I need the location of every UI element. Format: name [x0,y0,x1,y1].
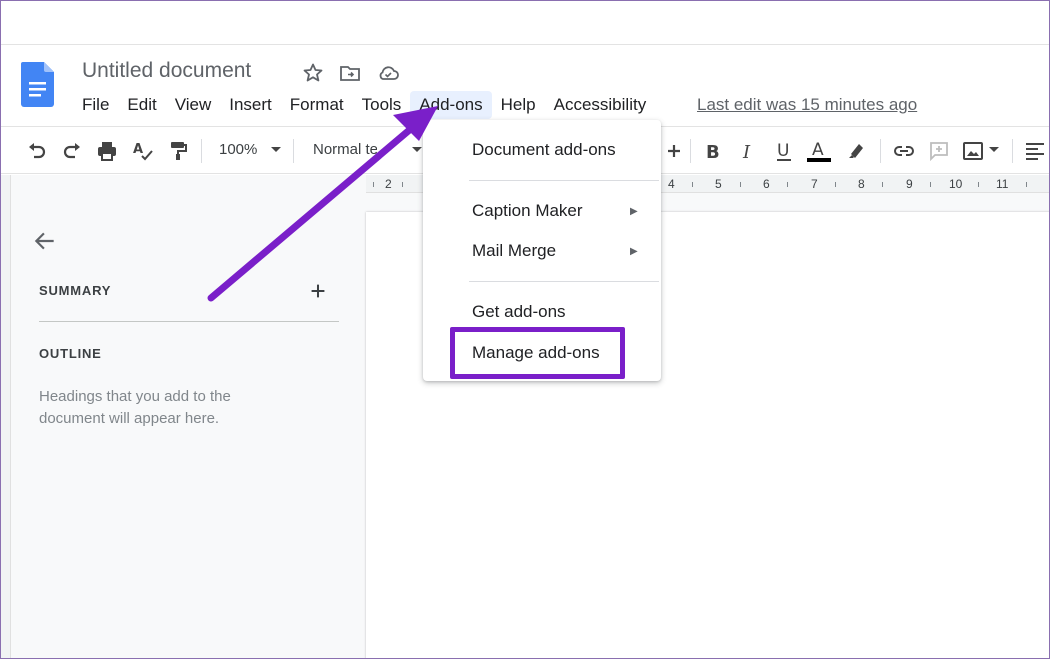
star-icon[interactable] [301,61,325,85]
menu-separator [469,180,659,181]
move-to-folder-icon[interactable] [338,61,362,85]
docs-logo-icon[interactable] [21,62,54,107]
menu-separator [469,281,659,282]
ruler-label: 9 [906,177,913,191]
outline-divider [39,321,339,322]
ruler-tick [373,182,374,187]
paint-format-icon[interactable] [166,139,190,163]
ruler-label: 10 [949,177,963,191]
browser-top-strip [1,1,1049,45]
add-comment-icon[interactable] [927,139,951,163]
menu-add-ons[interactable]: Add-ons [410,91,492,119]
toolbar-separator [293,139,294,163]
text-color-icon[interactable]: A [807,139,831,163]
ruler-label: 7 [811,177,818,191]
ruler-tick [787,182,788,187]
print-icon[interactable] [95,139,119,163]
cloud-saved-icon[interactable] [376,61,400,85]
menu-file[interactable]: File [73,91,118,119]
toolbar-separator [690,139,691,163]
zoom-select[interactable]: 100% [219,141,257,158]
menu-accessibility[interactable]: Accessibility [545,91,656,119]
menu-tools[interactable]: Tools [353,91,411,119]
summary-heading: SUMMARY [39,283,112,298]
ruler-tick [692,182,693,187]
image-dropdown-caret-icon[interactable] [989,147,999,152]
ruler-label: 11 [996,177,1009,191]
ruler-tick [402,182,403,187]
svg-text:B: B [706,142,720,163]
svg-text:U: U [777,141,789,161]
ruler-tick [882,182,883,187]
undo-icon[interactable] [25,139,49,163]
menu-item-caption-maker[interactable]: Caption Maker [472,201,583,221]
last-edit-link[interactable]: Last edit was 15 minutes ago [697,95,917,115]
menu-item-mail-merge[interactable]: Mail Merge [472,241,556,261]
insert-link-icon[interactable] [892,139,916,163]
svg-text:A: A [133,142,143,157]
outline-panel: SUMMARY OUTLINE Headings that you add to… [11,193,366,658]
ruler-tick [740,182,741,187]
svg-text:I: I [742,142,751,163]
submenu-arrow-icon: ▶ [630,246,638,257]
ruler-label: 2 [385,177,392,191]
toolbar-separator [1012,139,1013,163]
manage-addons-highlight [450,327,625,379]
menu-insert[interactable]: Insert [220,91,281,119]
redo-icon[interactable] [60,139,84,163]
spellcheck-icon[interactable]: A [131,139,155,163]
ruler-label: 4 [668,177,675,191]
ruler-label: 8 [858,177,865,191]
underline-icon[interactable]: U [772,139,796,163]
document-title[interactable]: Untitled document [82,59,251,83]
svg-text:A: A [812,140,824,160]
menu-edit[interactable]: Edit [118,91,165,119]
ruler-tick [1026,182,1027,187]
paragraph-style-select[interactable]: Normal text [313,141,377,158]
italic-icon[interactable]: I [736,139,760,163]
ruler-tick [930,182,931,187]
menu-view[interactable]: View [166,91,221,119]
menu-bar: File Edit View Insert Format Tools Add-o… [73,90,655,120]
app-window: Untitled document File Edit View Insert … [0,0,1050,659]
outline-heading: OUTLINE [39,346,102,361]
toolbar-separator [201,139,202,163]
toolbar-separator [880,139,881,163]
menu-item-get-addons[interactable]: Get add-ons [472,302,566,322]
highlight-color-icon[interactable] [844,139,868,163]
submenu-arrow-icon: ▶ [630,206,638,217]
menu-item-document-addons[interactable]: Document add-ons [472,140,616,160]
add-summary-icon[interactable] [307,280,329,302]
ruler-tick [835,182,836,187]
back-arrow-icon[interactable] [32,228,58,254]
ruler-label: 5 [715,177,722,191]
bold-icon[interactable]: B [701,139,725,163]
insert-image-icon[interactable] [961,139,985,163]
align-left-icon[interactable] [1023,139,1047,163]
style-dropdown-caret-icon[interactable] [412,147,422,152]
ruler-tick [978,182,979,187]
zoom-dropdown-caret-icon[interactable] [271,147,281,152]
ruler-label: 6 [763,177,770,191]
vertical-ruler [1,175,11,658]
increase-font-size-icon[interactable] [662,139,686,163]
menu-help[interactable]: Help [492,91,545,119]
outline-empty-hint: Headings that you add to the document wi… [39,388,231,427]
menu-format[interactable]: Format [281,91,353,119]
